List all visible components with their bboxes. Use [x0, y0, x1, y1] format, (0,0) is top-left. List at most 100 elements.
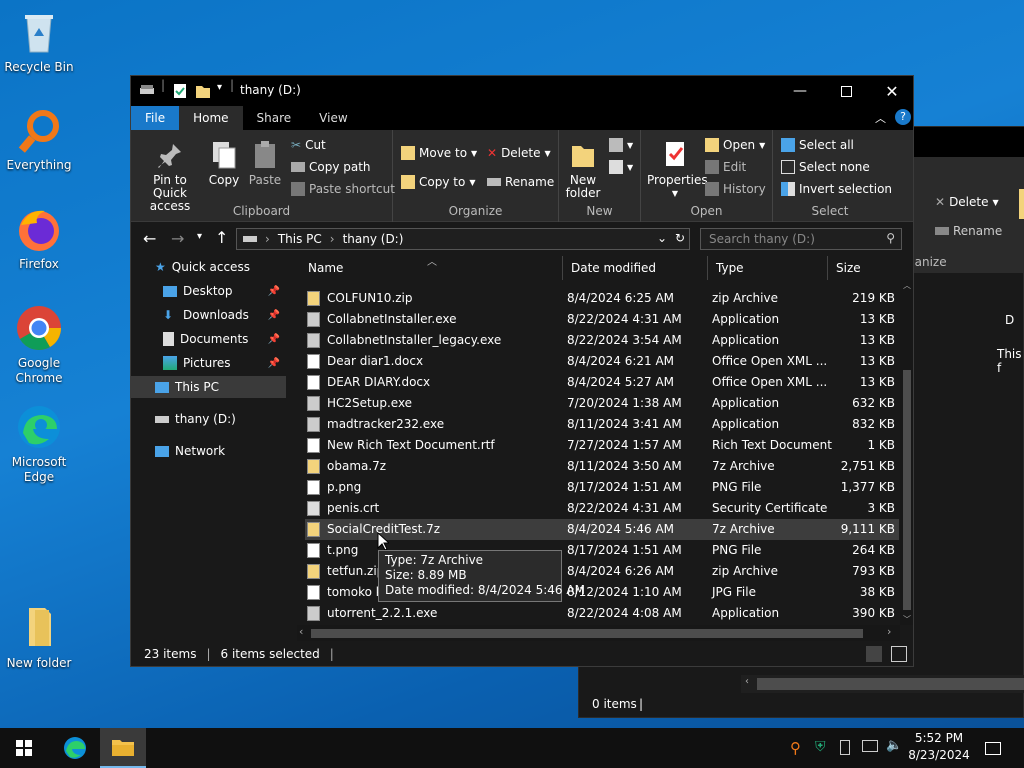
properties-qat-icon[interactable] — [173, 83, 187, 102]
customize-qat-icon[interactable]: ▾ — [217, 82, 222, 93]
file-row[interactable]: SocialCreditTest.7z 8/4/2024 5:46 AM 7z Ar… — [305, 519, 899, 540]
help-icon[interactable]: ? — [895, 109, 911, 125]
back-delete-button[interactable]: ✕ Delete ▼ — [935, 195, 999, 209]
file-row[interactable]: New Rich Text Document.rtf 7/27/2024 1:57… — [305, 435, 899, 456]
back-arrow-icon[interactable]: ← — [143, 229, 156, 248]
pin-quick-access-button[interactable]: Pin to Quick access — [137, 140, 203, 213]
copy-button[interactable]: Copy — [207, 140, 241, 187]
scroll-down-icon[interactable]: ﹀ — [903, 614, 911, 625]
pin-icon[interactable]: 📌 — [268, 310, 280, 321]
nav-item-network[interactable]: Network — [131, 440, 286, 462]
horizontal-scrollbar[interactable]: ‹ › — [297, 625, 900, 641]
tab-home[interactable]: Home — [179, 106, 243, 130]
column-header-size[interactable]: Size — [828, 256, 900, 280]
start-button[interactable] — [0, 728, 48, 768]
desktop-icon-new-folder[interactable]: New folder — [1, 604, 77, 671]
column-header-date[interactable]: Date modified — [563, 256, 708, 280]
scroll-thumb[interactable] — [903, 370, 911, 610]
usb-device-icon[interactable] — [840, 740, 850, 755]
volume-muted-icon[interactable]: 🔈 — [886, 738, 902, 753]
pin-icon[interactable]: 📌 — [268, 358, 280, 369]
nav-quick-access-header[interactable]: ★ Quick access — [131, 256, 286, 278]
tab-view[interactable]: View — [305, 106, 361, 130]
pin-icon[interactable]: 📌 — [268, 334, 280, 345]
file-row[interactable]: CollabnetInstaller_legacy.exe 8/22/2024 3… — [305, 330, 899, 351]
nav-item-documents[interactable]: Documents 📌 — [131, 328, 286, 350]
delete-button[interactable]: ✕ Delete ▼ — [487, 146, 551, 160]
network-tray-icon[interactable] — [862, 740, 878, 752]
breadcrumb-this-pc[interactable]: This PC — [278, 232, 322, 246]
invert-selection-button[interactable]: Invert selection — [781, 182, 892, 196]
breadcrumb-drive[interactable]: thany (D:) — [343, 232, 404, 246]
scroll-thumb[interactable] — [311, 629, 863, 638]
desktop-icon-firefox[interactable]: Firefox — [1, 205, 77, 272]
recent-locations-icon[interactable]: ▾ — [197, 231, 202, 242]
file-row[interactable]: CollabnetInstaller.exe 8/22/2024 4:31 AM A… — [305, 309, 899, 330]
clock[interactable]: 5:52 PM 8/23/2024 — [908, 730, 970, 766]
desktop-icon-edge[interactable]: Microsoft Edge — [1, 403, 77, 485]
easy-access-button[interactable]: ▼ — [609, 160, 633, 174]
collapse-ribbon-icon[interactable]: ︿ — [875, 110, 886, 126]
minimize-button[interactable]: — — [777, 76, 823, 106]
title-bar[interactable]: | ▾ | thany (D:) — ✕ — [131, 76, 913, 106]
pin-icon[interactable]: 📌 — [268, 286, 280, 297]
move-to-button[interactable]: Move to ▼ — [401, 146, 477, 160]
new-item-button[interactable]: ▼ — [609, 138, 633, 152]
copy-to-button[interactable]: Copy to ▼ — [401, 175, 475, 189]
new-folder-qat-icon[interactable] — [195, 83, 211, 102]
file-row[interactable]: DEAR DIARY.docx 8/4/2024 5:27 AM Office Op… — [305, 372, 899, 393]
new-folder-button[interactable]: New folder — [563, 140, 603, 200]
vertical-scrollbar[interactable]: ︿ ﹀ — [900, 280, 913, 625]
scroll-left-icon[interactable]: ‹ — [299, 625, 303, 638]
taskbar-explorer-button[interactable] — [100, 728, 146, 768]
notifications-button[interactable] — [976, 728, 1010, 768]
tab-share[interactable]: Share — [243, 106, 306, 130]
everything-tray-icon[interactable]: ⚲ — [790, 739, 801, 757]
details-view-icon[interactable] — [866, 646, 882, 662]
select-all-button[interactable]: Select all — [781, 138, 854, 152]
open-button[interactable]: Open ▼ — [705, 138, 765, 152]
maximize-button[interactable] — [823, 76, 869, 106]
nav-item-drive[interactable]: thany (D:) — [131, 408, 286, 430]
taskbar-edge-button[interactable] — [52, 728, 98, 768]
forward-arrow-icon[interactable]: → — [171, 229, 184, 248]
refresh-icon[interactable]: ↻ — [675, 231, 685, 245]
nav-item-pictures[interactable]: Pictures 📌 — [131, 352, 286, 374]
up-arrow-icon[interactable]: ↑ — [215, 228, 228, 247]
close-button[interactable]: ✕ — [869, 76, 915, 106]
file-row[interactable]: madtracker232.exe 8/11/2024 3:41 AM Applic… — [305, 414, 899, 435]
desktop-icon-chrome[interactable]: Google Chrome — [1, 304, 77, 386]
back-rename-button[interactable]: Rename — [935, 224, 1002, 238]
nav-item-this-pc[interactable]: This PC — [131, 376, 286, 398]
security-shield-icon[interactable]: ⛨ — [815, 739, 826, 755]
scroll-left-icon[interactable]: ‹ — [745, 676, 749, 687]
search-input[interactable]: Search thany (D:) ⚲ — [700, 228, 902, 250]
file-row[interactable]: utorrent_2.2.1.exe 8/22/2024 4:08 AM Appli… — [305, 603, 899, 624]
select-none-button[interactable]: Select none — [781, 160, 870, 174]
rename-button[interactable]: Rename — [487, 175, 554, 189]
address-box[interactable]: › This PC › thany (D:) ⌄ ↻ — [236, 228, 690, 250]
back-horizontal-scrollbar[interactable]: ‹ — [741, 675, 1024, 693]
cut-button[interactable]: ✂ Cut — [291, 138, 326, 152]
desktop-icon-recycle-bin[interactable]: Recycle Bin — [1, 8, 77, 75]
column-header-type[interactable]: Type — [708, 256, 828, 280]
file-row[interactable]: p.png 8/17/2024 1:51 AM PNG File 1,377 KB — [305, 477, 899, 498]
properties-button[interactable]: Properties ▼ — [647, 140, 708, 200]
file-row[interactable]: penis.crt 8/22/2024 4:31 AM Security Certi… — [305, 498, 899, 519]
file-row[interactable]: Dear diar1.docx 8/4/2024 6:21 AM Office Op… — [305, 351, 899, 372]
scroll-up-icon[interactable]: ︿ — [903, 280, 911, 291]
copy-path-button[interactable]: Copy path — [291, 160, 371, 174]
scroll-thumb[interactable] — [757, 678, 1024, 690]
paste-button[interactable]: Paste — [247, 140, 283, 187]
tab-file[interactable]: File — [131, 106, 180, 130]
address-dropdown-icon[interactable]: ⌄ — [657, 231, 667, 245]
edit-button[interactable]: Edit — [705, 160, 746, 174]
history-button[interactable]: History — [705, 182, 766, 196]
nav-item-downloads[interactable]: ⬇ Downloads 📌 — [131, 304, 286, 326]
file-row[interactable]: COLFUN10.zip 8/4/2024 6:25 AM zip Archive 2… — [305, 288, 899, 309]
column-header-name[interactable]: Name ︿ — [297, 256, 563, 280]
file-row[interactable]: obama.7z 8/11/2024 3:50 AM 7z Archive 2,751… — [305, 456, 899, 477]
desktop-icon-everything[interactable]: Everything — [1, 106, 77, 173]
scroll-right-icon[interactable]: › — [887, 625, 891, 638]
file-row[interactable]: HC2Setup.exe 7/20/2024 1:38 AM Application… — [305, 393, 899, 414]
